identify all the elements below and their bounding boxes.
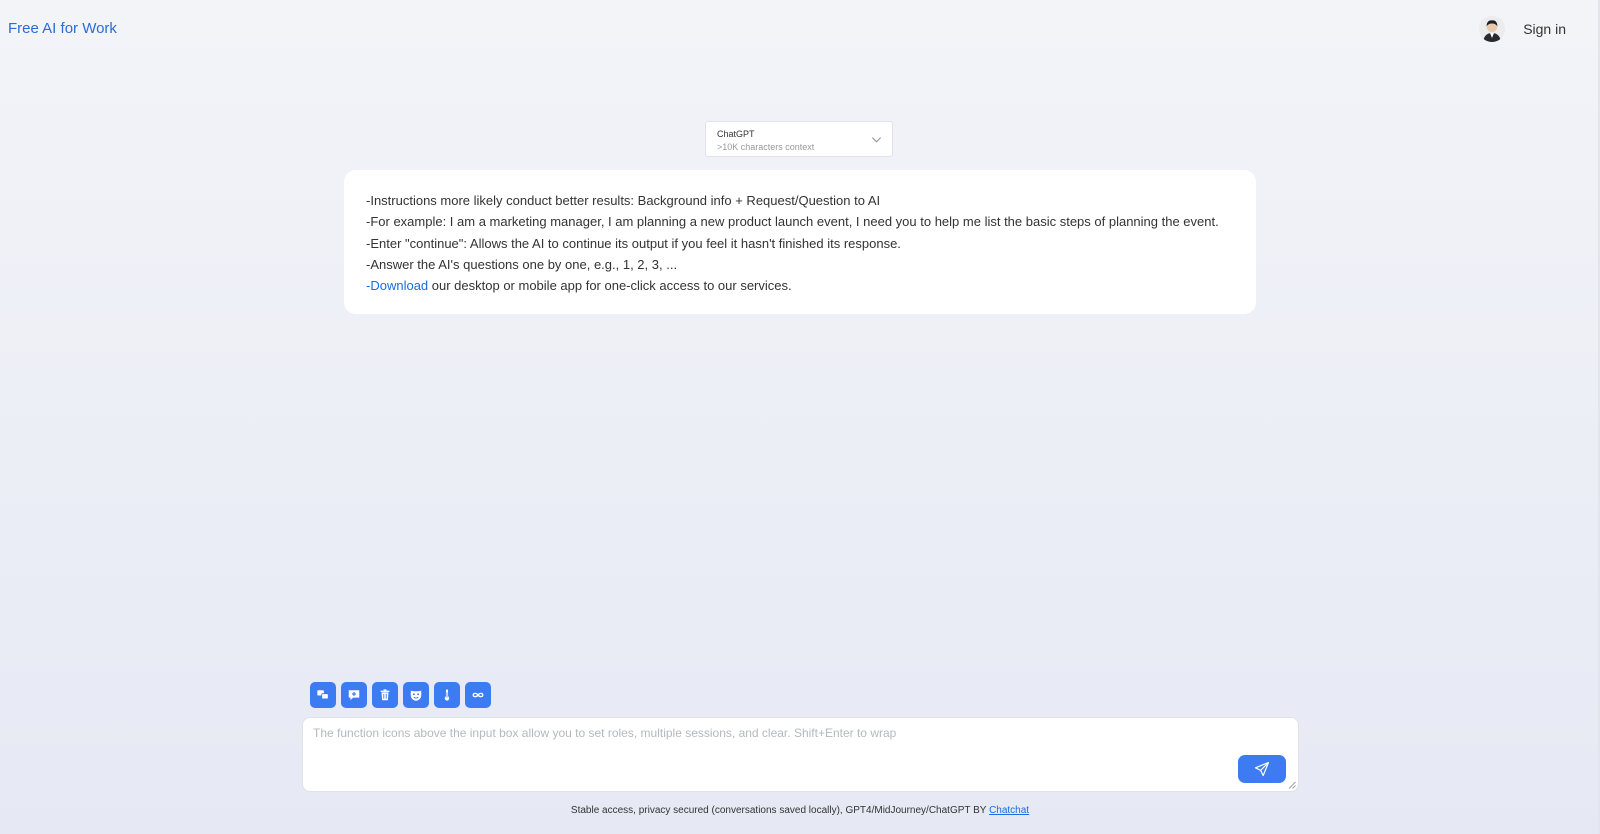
header-actions: Sign in [1479,16,1566,42]
site-title[interactable]: Free AI for Work [8,20,117,37]
avatar[interactable] [1479,16,1506,42]
chevron-down-icon [872,137,881,143]
message-input[interactable] [303,718,1298,791]
model-select[interactable]: ChatGPT >10K characters context [705,121,893,157]
instruction-line: -For example: I am a marketing manager, … [366,214,1219,230]
message-input-box [302,717,1299,792]
mask-icon [410,690,422,701]
temperature-icon [444,689,450,701]
footer: Stable access, privacy secured (conversa… [0,805,1600,816]
instruction-line-download: -Download our desktop or mobile app for … [366,275,1234,296]
roles-button[interactable] [403,682,429,708]
model-context-label: >10K characters context [717,142,815,152]
trash-icon [380,689,390,701]
download-text: our desktop or mobile app for one-click … [428,278,792,294]
clear-button[interactable] [372,682,398,708]
new-chat-button[interactable] [341,682,367,708]
instruction-line: -Answer the AI's questions one by one, e… [366,256,678,272]
instruction-line: -Enter "continue": Allows the AI to cont… [366,235,901,251]
continuous-mode-button[interactable] [465,682,491,708]
instruction-line: -Instructions more likely conduct better… [366,193,881,208]
sessions-button[interactable] [310,682,336,708]
temperature-button[interactable] [434,682,460,708]
footer-text: Stable access, privacy secured (conversa… [570,805,990,816]
send-button[interactable] [1238,755,1286,783]
model-name: ChatGPT [717,129,755,139]
resize-grip-icon[interactable] [1288,781,1296,789]
sign-in-button[interactable]: Sign in [1523,21,1566,37]
user-avatar-icon [1479,16,1506,42]
infinity-icon [472,692,484,698]
paper-plane-icon [1254,761,1270,777]
new-chat-icon [348,690,360,701]
function-toolbar [310,682,491,708]
download-link[interactable]: Download [370,278,428,293]
footer-link[interactable]: Chatchat [989,805,1029,816]
chat-bubbles-icon [317,690,329,700]
instructions-card: -Instructions more likely conduct better… [344,170,1256,314]
